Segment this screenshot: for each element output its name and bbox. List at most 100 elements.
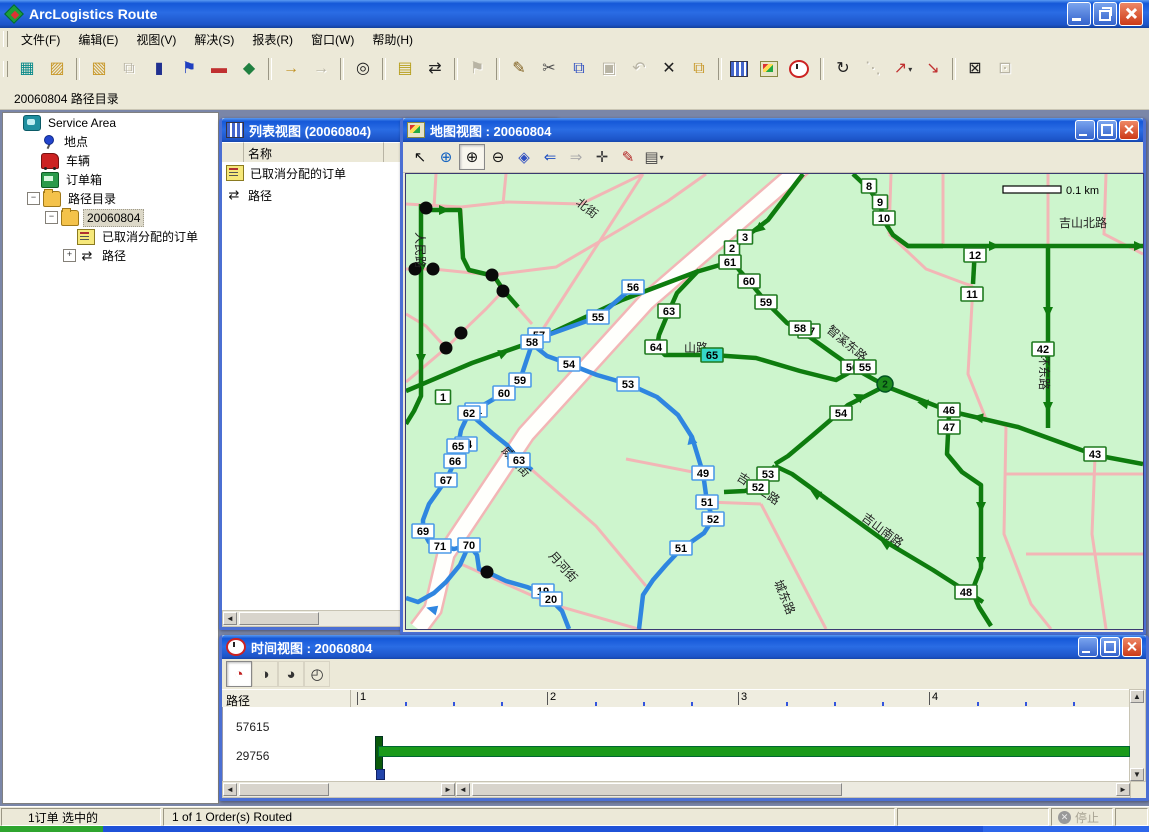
title-bar[interactable]: ArcLogistics Route xyxy=(0,0,1149,28)
time-header-divider[interactable] xyxy=(350,690,351,708)
time-names-scroll-thumb[interactable] xyxy=(239,783,329,796)
list-scroll-thumb[interactable] xyxy=(239,612,319,625)
tree-expander-20060804[interactable]: − xyxy=(45,211,58,224)
map-view-titlebar[interactable]: 地图视图 : 20060804 xyxy=(403,118,1143,142)
import-orders-button[interactable]: → xyxy=(277,55,305,83)
unassign-button[interactable]: ↘ xyxy=(919,55,947,83)
time-scroll-up-button[interactable]: ▲ xyxy=(1130,690,1144,703)
tree-item-route-folder[interactable]: −路径目录 xyxy=(3,189,218,208)
zoom-selected-button[interactable]: ◈ xyxy=(511,144,537,170)
zoom-in-button[interactable]: ⊕ xyxy=(459,144,485,170)
tree-item-unassigned-orders[interactable]: 已取消分配的订单 xyxy=(3,227,218,246)
draw-pencil-button[interactable]: ✎ xyxy=(615,144,641,170)
quarter-clock-button[interactable]: ◑ xyxy=(252,661,278,687)
full-clock-button[interactable]: ◕ xyxy=(278,661,304,687)
unassigned-stop-dot-5 xyxy=(455,327,468,340)
cut-button[interactable]: ✂ xyxy=(535,55,563,83)
routes-button[interactable]: ⇄ xyxy=(421,55,449,83)
orders-view-button[interactable]: ▤ xyxy=(391,55,419,83)
tree-item-routes[interactable]: +⇄路径 xyxy=(3,246,218,265)
time-names-scroll-left[interactable]: ◄ xyxy=(223,783,237,796)
time-vscrollbar[interactable]: ▲ ▼ xyxy=(1129,689,1146,782)
new-database-button[interactable]: ▦ xyxy=(13,55,41,83)
day-24-clock-button[interactable]: ◴ xyxy=(304,661,330,687)
zoom-out-button[interactable]: ⊖ xyxy=(485,144,511,170)
time-view-titlebar[interactable]: 时间视图 : 20060804 xyxy=(222,635,1146,659)
time-view-button[interactable] xyxy=(787,55,815,83)
menu-item-window[interactable]: 窗口(W) xyxy=(302,29,363,50)
time-close-button[interactable] xyxy=(1122,637,1142,657)
tree-item-service-area[interactable]: Service Area xyxy=(3,113,218,132)
menu-grip[interactable] xyxy=(3,31,8,47)
tree-item-order-box[interactable]: 订单箱 xyxy=(3,170,218,189)
time-gantt-scroll-thumb[interactable] xyxy=(472,783,842,796)
toolbar-separator xyxy=(340,58,344,80)
toolbar-grip[interactable] xyxy=(3,61,8,77)
restore-button[interactable] xyxy=(1093,2,1117,26)
ruler-minor-tick-2-1 xyxy=(786,702,788,706)
time-gantt-scroll-left[interactable]: ◄ xyxy=(456,783,470,796)
full-extent-globe-button[interactable]: ⊕ xyxy=(433,144,459,170)
pan-hand-button[interactable]: ✛ xyxy=(589,144,615,170)
time-maximize-button[interactable] xyxy=(1100,637,1120,657)
tree-item-vehicles[interactable]: 车辆 xyxy=(3,151,218,170)
map-maximize-button[interactable] xyxy=(1097,120,1117,140)
gantt-bar-route-29756[interactable] xyxy=(378,746,1130,757)
stop-label: 停止 xyxy=(1075,809,1099,826)
time-names-hscrollbar[interactable]: ◄ ► xyxy=(222,781,456,798)
table-view-button[interactable] xyxy=(727,55,755,83)
copy-button[interactable]: ⧉ xyxy=(565,55,593,83)
properties-button[interactable]: ✎ xyxy=(505,55,533,83)
menu-item-view[interactable]: 视图(V) xyxy=(127,29,185,50)
menu-item-reports[interactable]: 报表(R) xyxy=(243,29,302,50)
time-row-label-0[interactable]: 57615 xyxy=(236,720,269,734)
tree-item-locations[interactable]: 地点 xyxy=(3,132,218,151)
paste-button: ▣ xyxy=(595,55,623,83)
menu-item-file[interactable]: 文件(F) xyxy=(12,29,69,50)
hour-clock-button[interactable]: ◔ xyxy=(226,661,252,687)
new-folder-button[interactable]: ▧ xyxy=(85,55,113,83)
menu-item-edit[interactable]: 编辑(E) xyxy=(69,29,127,50)
vehicles-button[interactable]: ▬ xyxy=(205,55,233,83)
time-names-scroll-right[interactable]: ► xyxy=(441,783,455,796)
forward-extent-button[interactable]: ⇒ xyxy=(563,144,589,170)
print-button[interactable]: ▤▾ xyxy=(641,144,667,170)
route-folder-icon xyxy=(43,191,61,207)
tree-expander-routes[interactable]: + xyxy=(63,249,76,262)
tree-expander-route-folder[interactable]: − xyxy=(27,192,40,205)
delete-button[interactable]: ✕ xyxy=(655,55,683,83)
time-minimize-button[interactable] xyxy=(1078,637,1098,657)
reassign-button[interactable]: ↗▾ xyxy=(889,55,917,83)
map-canvas[interactable]: 北街吉山北路外环东路智溪东路山路吉山二路吉山南路城东路月河街威茂街人民路5758… xyxy=(405,173,1144,630)
list-scroll-left-button[interactable]: ◄ xyxy=(223,612,237,625)
lock-button[interactable]: ⊠ xyxy=(961,55,989,83)
taskbar-strip[interactable] xyxy=(0,826,1149,832)
tree-item-20060804[interactable]: −20060804 xyxy=(3,208,218,227)
stop-marker-2: 2 xyxy=(729,243,735,255)
order-box-button[interactable]: ◆ xyxy=(235,55,263,83)
time-scroll-down-button[interactable]: ▼ xyxy=(1130,768,1144,781)
minimize-button[interactable] xyxy=(1067,2,1091,26)
paste-special-button[interactable]: ⧉ xyxy=(685,55,713,83)
list-header-blank[interactable] xyxy=(222,142,244,162)
stop-marker-43: 71 xyxy=(434,541,446,553)
close-button[interactable] xyxy=(1119,2,1143,26)
back-extent-button[interactable]: ⇐ xyxy=(537,144,563,170)
time-gantt-area[interactable] xyxy=(222,707,1131,782)
solve-button[interactable]: ↻ xyxy=(829,55,857,83)
time-gantt-hscrollbar[interactable]: ◄ ► xyxy=(455,781,1131,798)
select-pointer-button[interactable]: ↖ xyxy=(407,144,433,170)
map-close-button[interactable] xyxy=(1119,120,1139,140)
save-button[interactable]: ▮ xyxy=(145,55,173,83)
find-button[interactable]: ◎ xyxy=(349,55,377,83)
stop-button[interactable]: ✕ 停止 xyxy=(1051,808,1113,826)
open-folder-button[interactable]: ▨ xyxy=(43,55,71,83)
menu-item-help[interactable]: 帮助(H) xyxy=(363,29,422,50)
time-row-label-1[interactable]: 29756 xyxy=(236,749,269,763)
menu-item-solve[interactable]: 解决(S) xyxy=(185,29,243,50)
locations-button[interactable]: ⚑ xyxy=(175,55,203,83)
list-header-name[interactable]: 名称 xyxy=(244,142,384,162)
map-minimize-button[interactable] xyxy=(1075,120,1095,140)
time-gantt-scroll-right[interactable]: ► xyxy=(1116,783,1130,796)
map-view-button[interactable] xyxy=(757,55,785,83)
